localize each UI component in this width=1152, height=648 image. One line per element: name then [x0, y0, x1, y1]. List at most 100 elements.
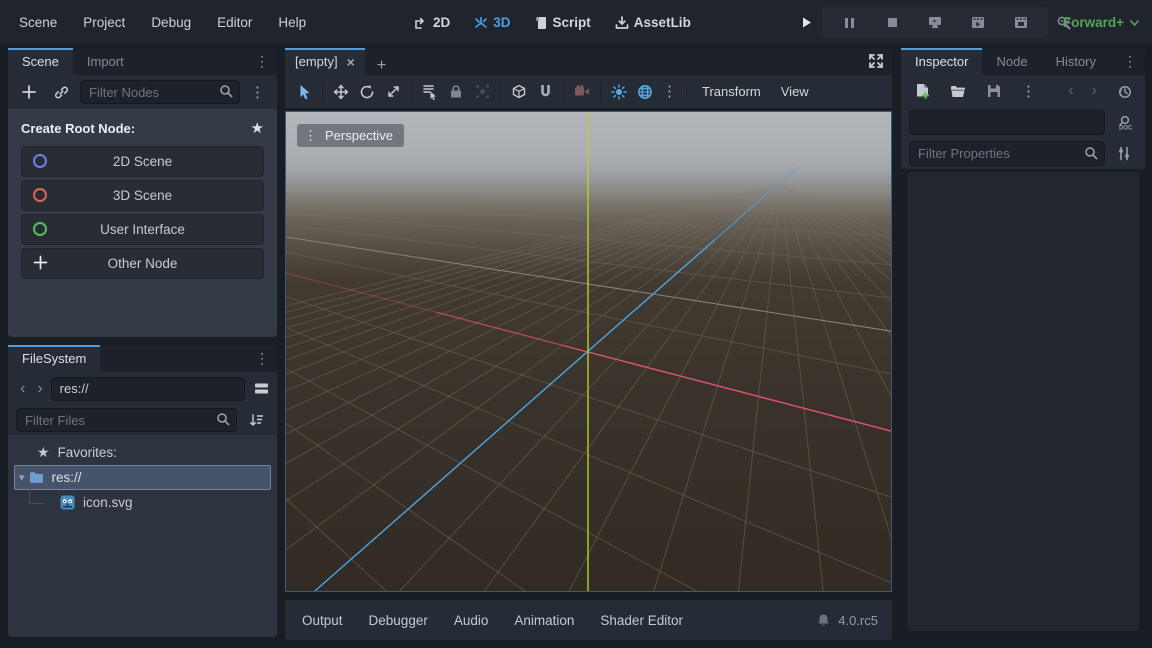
filesystem-filter-bar — [8, 405, 277, 435]
remote-debug-icon[interactable] — [922, 11, 948, 35]
tab-history[interactable]: History — [1042, 48, 1110, 75]
new-3d-scene-button[interactable]: 3D Scene — [21, 180, 264, 211]
menu-debug[interactable]: Debug — [138, 0, 204, 45]
menu-scene[interactable]: Scene — [6, 0, 70, 45]
play-button[interactable] — [793, 11, 819, 35]
favorite-star-icon[interactable]: ★ — [251, 119, 264, 137]
history-back-icon[interactable]: ‹ — [16, 381, 29, 397]
select-mode-icon[interactable] — [291, 80, 317, 104]
filter-nodes-input[interactable] — [80, 80, 240, 104]
collapse-caret-icon[interactable]: ▾ — [15, 471, 29, 484]
view-menu[interactable]: View — [771, 84, 819, 99]
separator — [500, 83, 501, 101]
new-resource-icon[interactable] — [909, 79, 935, 103]
menu-help[interactable]: Help — [265, 0, 319, 45]
play-custom-scene-button[interactable] — [1008, 11, 1034, 35]
shader-editor-button[interactable]: Shader Editor — [587, 613, 696, 628]
perspective-label: Perspective — [325, 128, 393, 143]
tab-scene[interactable]: Scene — [8, 48, 73, 75]
playback-controls — [822, 7, 1048, 38]
move-mode-icon[interactable] — [328, 80, 354, 104]
workspace-script-button[interactable]: Script — [535, 15, 591, 30]
close-icon[interactable]: × — [347, 54, 355, 70]
new-other-node-button[interactable]: Other Node — [21, 248, 264, 279]
save-icon[interactable] — [981, 79, 1007, 103]
2d-icon — [414, 16, 428, 30]
file-sort-icon[interactable] — [243, 408, 269, 432]
history-forward-icon[interactable]: › — [33, 381, 46, 397]
edit-back-icon[interactable]: ‹ — [1064, 83, 1077, 99]
resource-name-field[interactable] — [909, 110, 1105, 135]
current-path-field[interactable] — [51, 377, 245, 401]
file-item-icon-svg[interactable]: icon.svg — [8, 490, 277, 515]
instance-scene-icon[interactable] — [48, 80, 74, 104]
workspace-3d-button[interactable]: 3D — [474, 15, 510, 30]
new-2d-scene-button[interactable]: 2D Scene — [21, 146, 264, 177]
environment-icon[interactable] — [632, 80, 658, 104]
create-root-header: Create Root Node: ★ — [8, 111, 277, 143]
notification-bell-icon[interactable] — [817, 613, 830, 627]
create-root-label: Create Root Node: — [21, 121, 135, 136]
new-scene-tab-button[interactable]: + — [365, 57, 398, 75]
tab-import[interactable]: Import — [73, 48, 138, 75]
property-tools-icon[interactable] — [1111, 142, 1137, 166]
root-option-label: Other Node — [22, 256, 263, 271]
edit-forward-icon[interactable]: › — [1088, 83, 1101, 99]
add-node-button[interactable] — [16, 80, 42, 104]
res-root-item[interactable]: ▾ res:// — [14, 465, 271, 490]
camera-preview-icon[interactable] — [569, 80, 595, 104]
rotate-mode-icon[interactable] — [354, 80, 380, 104]
pause-button[interactable] — [836, 11, 862, 35]
filesystem-dock: FileSystem ⋮ ‹ › ★ Favorites: ▾ — [8, 345, 277, 637]
tree-guide-line — [29, 484, 44, 504]
toggle-split-mode-icon[interactable] — [249, 377, 275, 401]
lock-icon[interactable] — [443, 80, 469, 104]
tab-node[interactable]: Node — [982, 48, 1041, 75]
stop-button[interactable] — [879, 11, 905, 35]
workspace-switcher: 2D 3D Script AssetLib — [414, 0, 691, 45]
list-select-icon[interactable] — [417, 80, 443, 104]
search-icon — [216, 412, 230, 426]
main-menu-bar: Scene Project Debug Editor Help 2D 3D Sc… — [0, 0, 1152, 45]
menu-editor[interactable]: Editor — [204, 0, 265, 45]
resource-options-icon[interactable]: ⋮ — [1017, 84, 1040, 99]
filter-files-input[interactable] — [16, 408, 237, 432]
debugger-button[interactable]: Debugger — [356, 613, 441, 628]
workspace-2d-button[interactable]: 2D — [414, 15, 450, 30]
view-options-icon[interactable]: ⋮ — [658, 84, 681, 99]
scene-dock-tabs: Scene Import ⋮ — [8, 48, 277, 75]
scene-dock-menu-icon[interactable]: ⋮ — [255, 48, 269, 75]
view-menu-button[interactable]: ⋮ Perspective — [297, 124, 404, 147]
snap-object-icon[interactable] — [506, 80, 532, 104]
audio-button[interactable]: Audio — [441, 613, 502, 628]
transform-menu[interactable]: Transform — [692, 84, 771, 99]
play-scene-button[interactable] — [965, 11, 991, 35]
tab-filesystem[interactable]: FileSystem — [8, 345, 100, 372]
open-docs-icon[interactable]: DOC — [1111, 111, 1137, 135]
snap-magnet-icon[interactable] — [532, 80, 558, 104]
group-icon[interactable] — [469, 80, 495, 104]
spatial-toolbar: ⋮ Transform View — [285, 75, 892, 108]
animation-button[interactable]: Animation — [501, 613, 587, 628]
filesystem-dock-menu-icon[interactable]: ⋮ — [255, 345, 269, 372]
filter-properties-input[interactable] — [909, 141, 1105, 166]
renderer-select[interactable]: Forward+ — [1063, 0, 1139, 45]
scale-mode-icon[interactable] — [380, 80, 406, 104]
menu-project[interactable]: Project — [70, 0, 138, 45]
viewport-3d[interactable]: ⋮ Perspective — [285, 111, 892, 592]
sun-icon[interactable] — [606, 80, 632, 104]
distraction-free-icon[interactable] — [868, 53, 884, 69]
scene-tab-empty[interactable]: [empty] × — [285, 48, 365, 75]
output-button[interactable]: Output — [289, 613, 356, 628]
scene-tree-options-icon[interactable]: ⋮ — [246, 85, 269, 100]
object-history-icon[interactable] — [1111, 79, 1137, 103]
filesystem-dock-tabs: FileSystem ⋮ — [8, 345, 277, 372]
inspector-dock: Inspector Node History ⋮ ⋮ ‹ › DOC — [901, 48, 1145, 637]
inspector-dock-menu-icon[interactable]: ⋮ — [1123, 48, 1137, 75]
load-resource-icon[interactable] — [945, 79, 971, 103]
workspace-assetlib-button[interactable]: AssetLib — [615, 15, 691, 30]
filter-properties-wrap — [909, 141, 1105, 166]
new-ui-scene-button[interactable]: User Interface — [21, 214, 264, 245]
tab-inspector[interactable]: Inspector — [901, 48, 982, 75]
favorites-item[interactable]: ★ Favorites: — [8, 440, 277, 465]
